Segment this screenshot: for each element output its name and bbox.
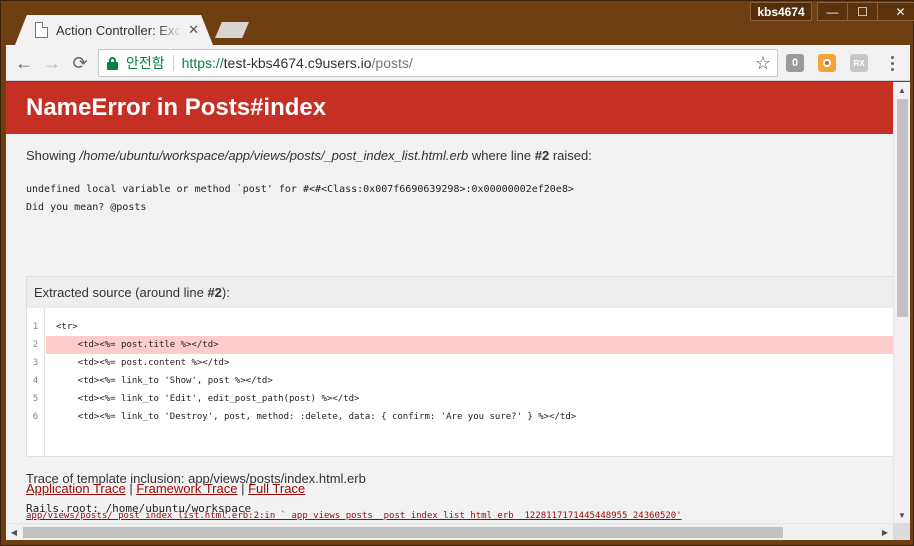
source-head-prefix: Extracted source (around line [34, 285, 208, 300]
line-number: 1 [32, 322, 39, 332]
scroll-right-icon[interactable]: ▶ [877, 524, 893, 540]
line-number: 2 [32, 340, 39, 350]
showing-message: Showing /home/ubuntu/workspace/app/views… [26, 134, 893, 163]
horizontal-scrollbar[interactable]: ◀ ▶ [6, 523, 893, 540]
trace-link-separator: | [125, 481, 137, 496]
tab-close-icon[interactable]: ✕ [188, 22, 199, 38]
menu-kebab-icon[interactable] [886, 53, 898, 73]
line-number: 4 [32, 376, 39, 386]
bookmark-star-icon[interactable]: ☆ [755, 53, 771, 74]
url-text[interactable]: https://test-kbs4674.c9users.io/posts/ [182, 55, 413, 71]
template-path: /home/ubuntu/workspace/app/views/posts/_… [79, 148, 469, 163]
line-number: 6 [32, 412, 39, 422]
application-trace-link[interactable]: Application Trace [26, 481, 126, 496]
tab-strip: Action Controller: Exception caught ✕ kb… [1, 1, 914, 45]
url-scheme: https:// [181, 55, 224, 71]
code-line: <td><%= link_to 'Show', post %></td> [56, 376, 273, 386]
error-message: undefined local variable or method `post… [26, 181, 893, 217]
code-line: <tr> [56, 322, 78, 332]
highlighted-code-line: <td><%= post.title %></td> [46, 336, 893, 354]
error-body: Showing /home/ubuntu/workspace/app/views… [6, 134, 893, 523]
showing-line-number: #2 [534, 148, 550, 163]
page-title: NameError in Posts#index [26, 94, 327, 121]
source-head-line: #2 [207, 285, 222, 300]
tab-title: Action Controller: Exception caught [55, 22, 182, 38]
vertical-scroll-thumb[interactable] [897, 99, 908, 317]
did-you-mean-line: Did you mean? @posts [26, 202, 147, 213]
scroll-down-icon[interactable]: ▼ [894, 507, 910, 523]
vertical-scrollbar[interactable]: ▲ ▼ [893, 82, 910, 523]
trace-link-separator: | [237, 481, 249, 496]
browser-window: Action Controller: Exception caught ✕ kb… [0, 0, 914, 546]
tab-active[interactable]: Action Controller: Exception caught ✕ [15, 15, 213, 45]
extracted-source-heading: Extracted source (around line #2): [27, 277, 893, 308]
scroll-up-icon[interactable]: ▲ [894, 82, 910, 98]
extension-counter-icon[interactable]: 0 [786, 54, 804, 72]
secure-label[interactable]: 안전함 [126, 53, 165, 73]
scrollbar-corner [893, 523, 910, 540]
extracted-source: Extracted source (around line #2): 1 2 3 4 5… [26, 276, 893, 457]
page-viewport: NameError in Posts#index Showing /home/u… [6, 82, 893, 523]
lock-icon[interactable] [107, 56, 118, 70]
extension-orange-icon[interactable] [818, 54, 836, 72]
scroll-left-icon[interactable]: ◀ [6, 524, 22, 540]
line-number-gutter: 1 2 3 4 5 6 [27, 308, 45, 456]
address-bar[interactable]: 안전함 https://test-kbs4674.c9users.io/post… [98, 49, 778, 77]
url-host: test-kbs4674.c9users.io [223, 55, 372, 71]
code-line: <td><%= link_to 'Destroy', post, method:… [56, 412, 577, 422]
minimize-button[interactable]: — [817, 2, 848, 21]
horizontal-scroll-thumb[interactable] [23, 527, 783, 538]
line-number: 3 [32, 358, 39, 368]
browser-toolbar: ← → ⟳ 안전함 https://test-kbs4674.c9users.i… [6, 45, 910, 81]
error-message-line: undefined local variable or method `post… [26, 184, 574, 195]
code-line: <td><%= post.content %></td> [56, 358, 230, 368]
error-header: NameError in Posts#index [6, 82, 893, 134]
framework-trace-link[interactable]: Framework Trace [136, 481, 237, 496]
url-path: /posts/ [371, 55, 413, 71]
back-arrow-icon[interactable]: ← [14, 53, 34, 73]
line-number: 5 [32, 394, 39, 404]
code-lines: <tr> <td><%= post.title %></td> <td><%= … [46, 308, 893, 426]
reload-icon[interactable]: ⟳ [70, 53, 90, 73]
maximize-button[interactable]: ☐ [847, 2, 878, 21]
close-window-button[interactable]: ✕ [877, 2, 914, 21]
showing-middle: where line [468, 148, 535, 163]
source-code-block: 1 2 3 4 5 6 <tr> <td><%= post.title %></td> <… [27, 308, 893, 456]
new-tab-button[interactable] [215, 22, 249, 38]
showing-suffix: raised: [549, 148, 592, 163]
omnibox-divider [172, 55, 174, 71]
profile-button[interactable]: kbs4674 [750, 2, 812, 21]
code-line: <td><%= link_to 'Edit', edit_post_path(p… [56, 394, 360, 404]
full-trace-link[interactable]: Full Trace [248, 481, 305, 496]
page-icon [35, 22, 48, 38]
extension-rx-icon[interactable]: RX [850, 54, 868, 72]
trace-links: Application Trace | Framework Trace | Fu… [26, 481, 305, 496]
trace-line-link[interactable]: app/views/posts/_post_index_list.html.er… [26, 511, 682, 521]
showing-prefix: Showing [26, 148, 80, 163]
window-controls: — ☐ ✕ [817, 2, 914, 21]
source-head-suffix: ): [221, 285, 230, 300]
forward-arrow-icon[interactable]: → [42, 53, 62, 73]
